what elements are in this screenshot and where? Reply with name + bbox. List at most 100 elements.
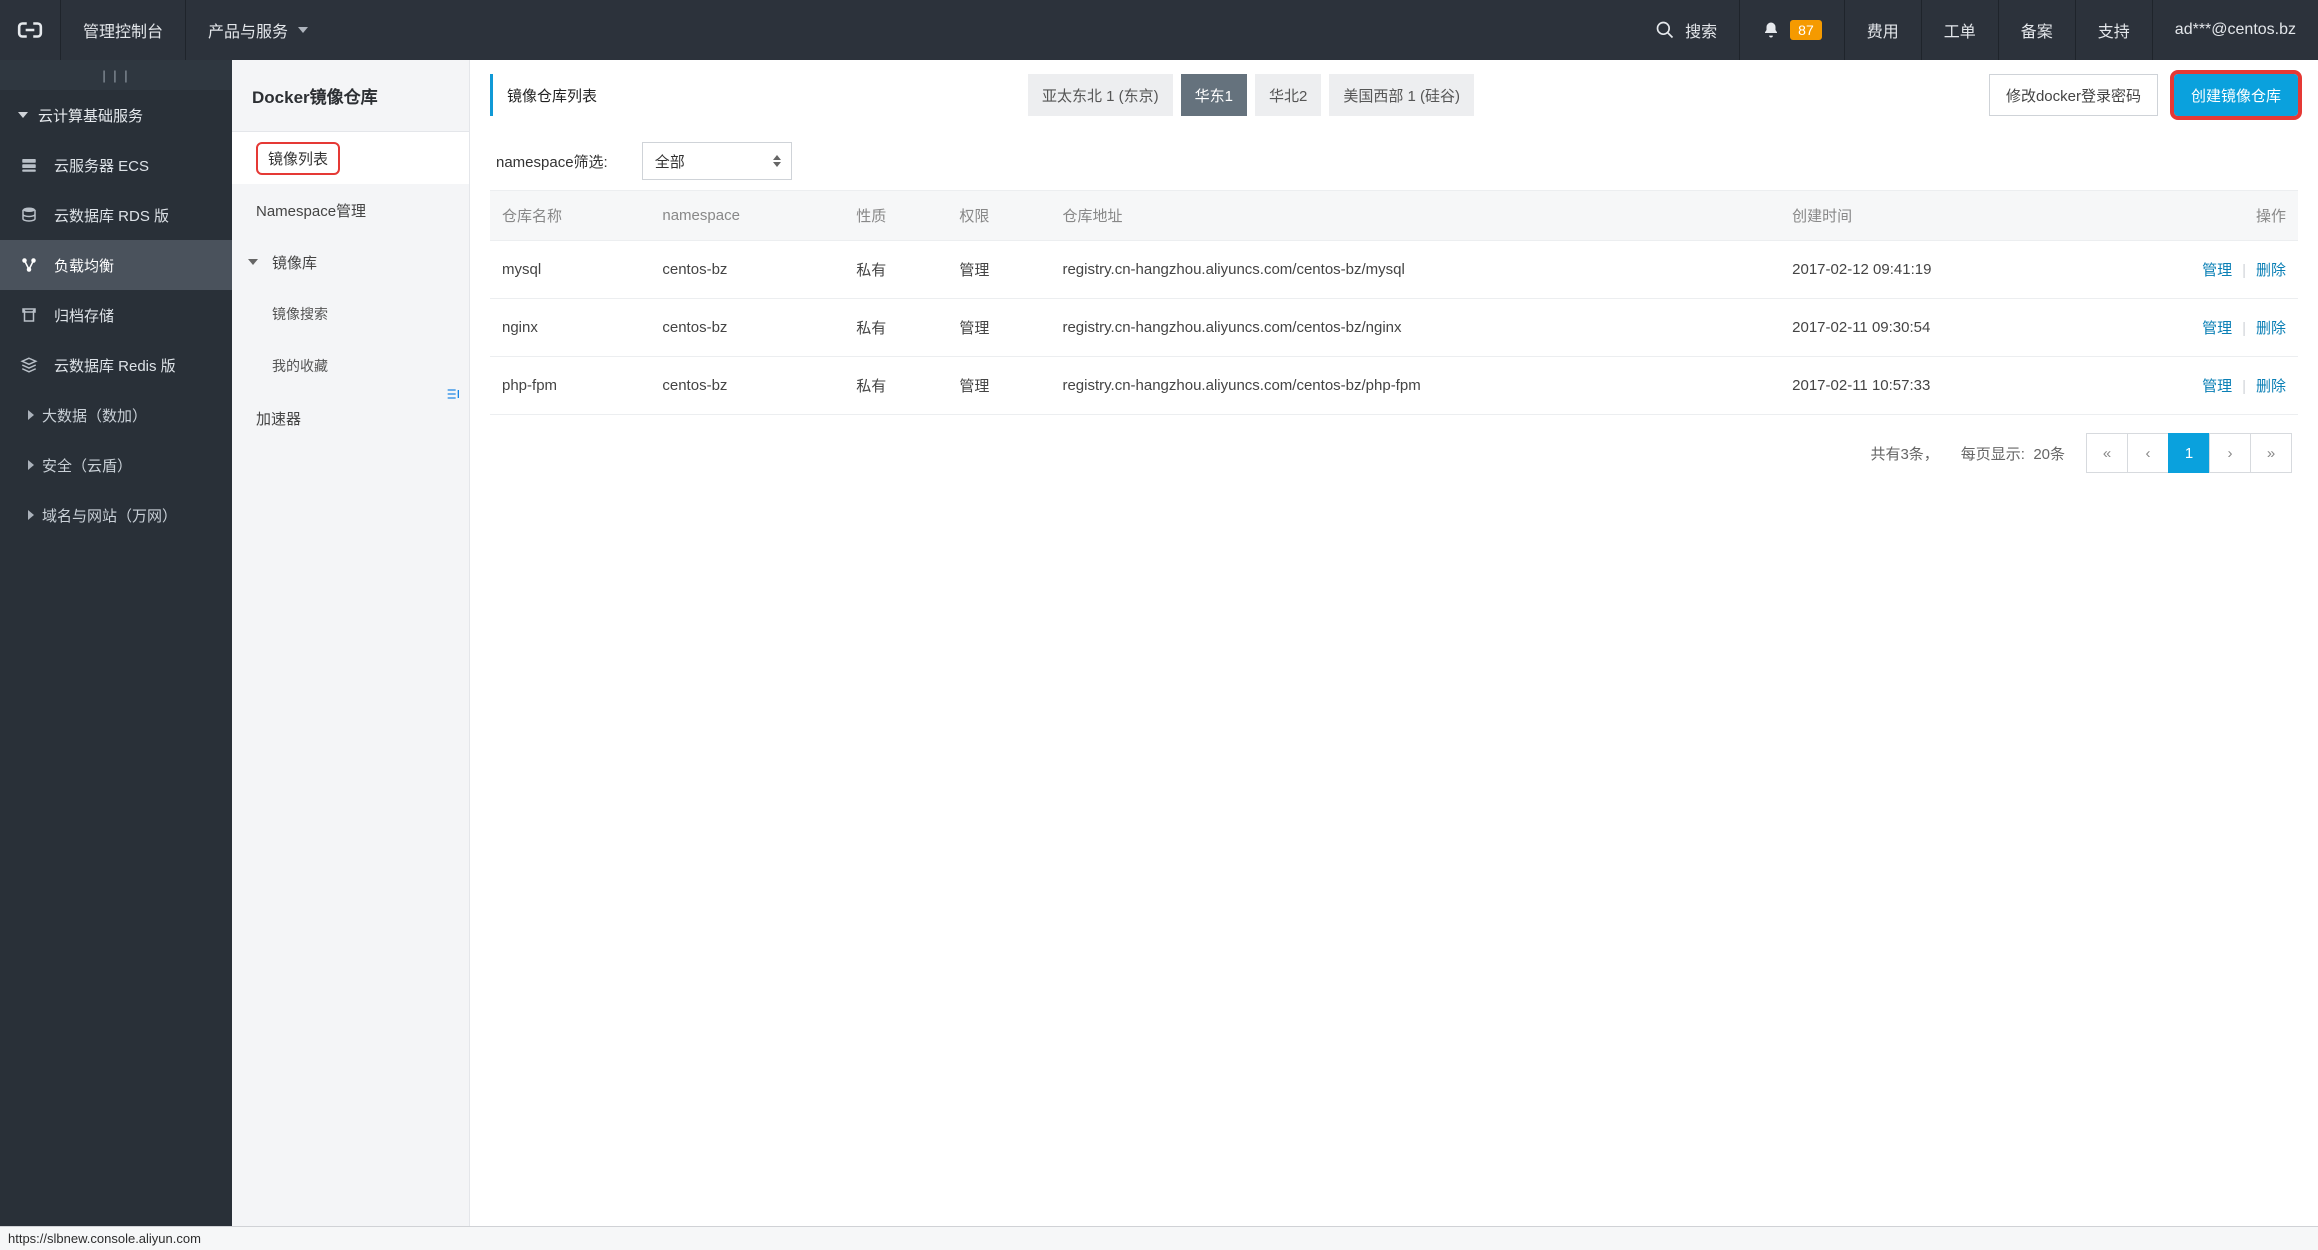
sidebar-group-security[interactable]: 安全（云盾）	[0, 440, 232, 490]
sidebar-group-domain[interactable]: 域名与网站（万网）	[0, 490, 232, 540]
products-dropdown[interactable]: 产品与服务	[186, 0, 330, 60]
sidebar2-item-label: Namespace管理	[256, 200, 366, 221]
notification-badge: 87	[1790, 20, 1822, 40]
cell-created: 2017-02-12 09:41:19	[1780, 241, 2092, 299]
filter-row: namespace筛选: 全部	[496, 142, 2298, 180]
nav-beian[interactable]: 备案	[1999, 0, 2075, 60]
products-label: 产品与服务	[208, 18, 288, 42]
create-repo-button[interactable]: 创建镜像仓库	[2174, 74, 2298, 116]
sidebar-group-label: 云计算基础服务	[38, 105, 143, 126]
col-perm: 权限	[947, 191, 1050, 241]
pager: « ‹ 1 › »	[2087, 433, 2292, 473]
action-manage[interactable]: 管理	[2202, 378, 2232, 395]
main: | | | 云计算基础服务 云服务器 ECS 云数据库 RDS 版 负载均衡 归…	[0, 60, 2318, 1226]
sidebar2-item-label: 镜像库	[272, 252, 317, 273]
repo-table: 仓库名称 namespace 性质 权限 仓库地址 创建时间 操作 mysqlc…	[490, 190, 2298, 415]
sidebar-item-label: 云服务器 ECS	[54, 155, 149, 176]
cell-nature: 私有	[844, 299, 947, 357]
action-delete[interactable]: 删除	[2256, 378, 2286, 395]
col-ops: 操作	[2092, 191, 2298, 241]
nav-fee[interactable]: 费用	[1845, 0, 1921, 60]
sidebar2-item-label: 镜像搜索	[272, 304, 328, 324]
action-manage[interactable]: 管理	[2202, 320, 2232, 337]
user-menu[interactable]: ad***@centos.bz	[2153, 0, 2318, 60]
primary-sidebar: | | | 云计算基础服务 云服务器 ECS 云数据库 RDS 版 负载均衡 归…	[0, 60, 232, 1226]
caret-right-icon	[28, 410, 34, 420]
cell-actions: 管理 | 删除	[2092, 357, 2298, 415]
pager-perpage: 20条	[2033, 446, 2065, 463]
sidebar-group-cloud[interactable]: 云计算基础服务	[0, 90, 232, 140]
sidebar-group-bigdata[interactable]: 大数据（数加）	[0, 390, 232, 440]
server-icon	[18, 156, 40, 174]
sidebar-group-label: 大数据（数加）	[42, 405, 147, 426]
cell-ns: centos-bz	[650, 299, 844, 357]
select-caret-icon	[773, 155, 781, 167]
tab-region-tokyo[interactable]: 亚太东北 1 (东京)	[1028, 74, 1173, 116]
sidebar-item-label: 归档存储	[54, 305, 114, 326]
change-password-button[interactable]: 修改docker登录密码	[1989, 74, 2158, 116]
cell-perm: 管理	[947, 357, 1050, 415]
action-manage[interactable]: 管理	[2202, 262, 2232, 279]
statusbar: https://slbnew.console.aliyun.com	[0, 1226, 2318, 1250]
cell-addr: registry.cn-hangzhou.aliyuncs.com/centos…	[1050, 357, 1780, 415]
tab-main[interactable]: 镜像仓库列表	[490, 74, 1020, 116]
loadbalancer-icon	[18, 256, 40, 274]
sidebar2-item-accelerator[interactable]: 加速器	[232, 392, 469, 444]
tab-region-east1[interactable]: 华东1	[1181, 74, 1247, 116]
pager-prev[interactable]: ‹	[2127, 433, 2169, 473]
pager-page-1[interactable]: 1	[2168, 433, 2210, 473]
secondary-sidebar: Docker镜像仓库 镜像列表 Namespace管理 镜像库 镜像搜索 我的收…	[232, 60, 470, 1226]
notifications[interactable]: 87	[1740, 0, 1844, 60]
cell-ns: centos-bz	[650, 241, 844, 299]
pager-first[interactable]: «	[2086, 433, 2128, 473]
cell-created: 2017-02-11 10:57:33	[1780, 357, 2092, 415]
col-created: 创建时间	[1780, 191, 2092, 241]
caret-right-icon	[28, 460, 34, 470]
brand-logo[interactable]	[0, 0, 60, 60]
cell-nature: 私有	[844, 357, 947, 415]
sidebar-item-label: 负载均衡	[54, 255, 114, 276]
col-ns: namespace	[650, 191, 844, 241]
topbar: 管理控制台 产品与服务 搜索 87 费用 工单 备案 支持 ad***@cent…	[0, 0, 2318, 60]
archive-icon	[18, 306, 40, 324]
table-row: nginxcentos-bz私有管理registry.cn-hangzhou.a…	[490, 299, 2298, 357]
content: 镜像仓库列表 亚太东北 1 (东京) 华东1 华北2 美国西部 1 (硅谷) 修…	[470, 60, 2318, 1226]
sidebar2-item-image-list[interactable]: 镜像列表	[232, 132, 469, 184]
col-addr: 仓库地址	[1050, 191, 1780, 241]
sidebar2-item-favorites[interactable]: 我的收藏	[232, 340, 469, 392]
namespace-filter-select[interactable]: 全部	[642, 142, 792, 180]
sidebar2-item-image-search[interactable]: 镜像搜索	[232, 288, 469, 340]
action-divider: |	[2242, 378, 2246, 395]
sidebar-item-rds[interactable]: 云数据库 RDS 版	[0, 190, 232, 240]
sidebar2-item-image-lib[interactable]: 镜像库	[232, 236, 469, 288]
sidebar-item-redis[interactable]: 云数据库 Redis 版	[0, 340, 232, 390]
cell-name: mysql	[490, 241, 650, 299]
search-button[interactable]: 搜索	[1633, 0, 1739, 60]
sidebar2-item-namespace[interactable]: Namespace管理	[232, 184, 469, 236]
sidebar-item-ecs[interactable]: 云服务器 ECS	[0, 140, 232, 190]
sidebar-item-label: 云数据库 RDS 版	[54, 205, 169, 226]
pager-next[interactable]: ›	[2209, 433, 2251, 473]
table-row: php-fpmcentos-bz私有管理registry.cn-hangzhou…	[490, 357, 2298, 415]
cell-addr: registry.cn-hangzhou.aliyuncs.com/centos…	[1050, 241, 1780, 299]
sidebar-item-slb[interactable]: 负载均衡	[0, 240, 232, 290]
pager-row: 共有3条， 每页显示: 20条 « ‹ 1 › »	[490, 415, 2298, 491]
action-delete[interactable]: 删除	[2256, 262, 2286, 279]
pager-perpage-label: 每页显示:	[1961, 446, 2025, 463]
caret-down-icon	[18, 112, 28, 118]
database-icon	[18, 206, 40, 224]
sidebar-collapse-handle-icon[interactable]	[445, 374, 467, 414]
search-label: 搜索	[1685, 18, 1717, 42]
pager-last[interactable]: »	[2250, 433, 2292, 473]
table-row: mysqlcentos-bz私有管理registry.cn-hangzhou.a…	[490, 241, 2298, 299]
sidebar-item-archive[interactable]: 归档存储	[0, 290, 232, 340]
tab-region-uswest1[interactable]: 美国西部 1 (硅谷)	[1329, 74, 1474, 116]
action-divider: |	[2242, 320, 2246, 337]
nav-support[interactable]: 支持	[2076, 0, 2152, 60]
action-delete[interactable]: 删除	[2256, 320, 2286, 337]
sidebar-collapse-toggle[interactable]: | | |	[0, 60, 232, 90]
console-link[interactable]: 管理控制台	[61, 0, 185, 60]
nav-ticket[interactable]: 工单	[1922, 0, 1998, 60]
sidebar2-item-label: 镜像列表	[256, 142, 340, 175]
tab-region-north2[interactable]: 华北2	[1255, 74, 1321, 116]
